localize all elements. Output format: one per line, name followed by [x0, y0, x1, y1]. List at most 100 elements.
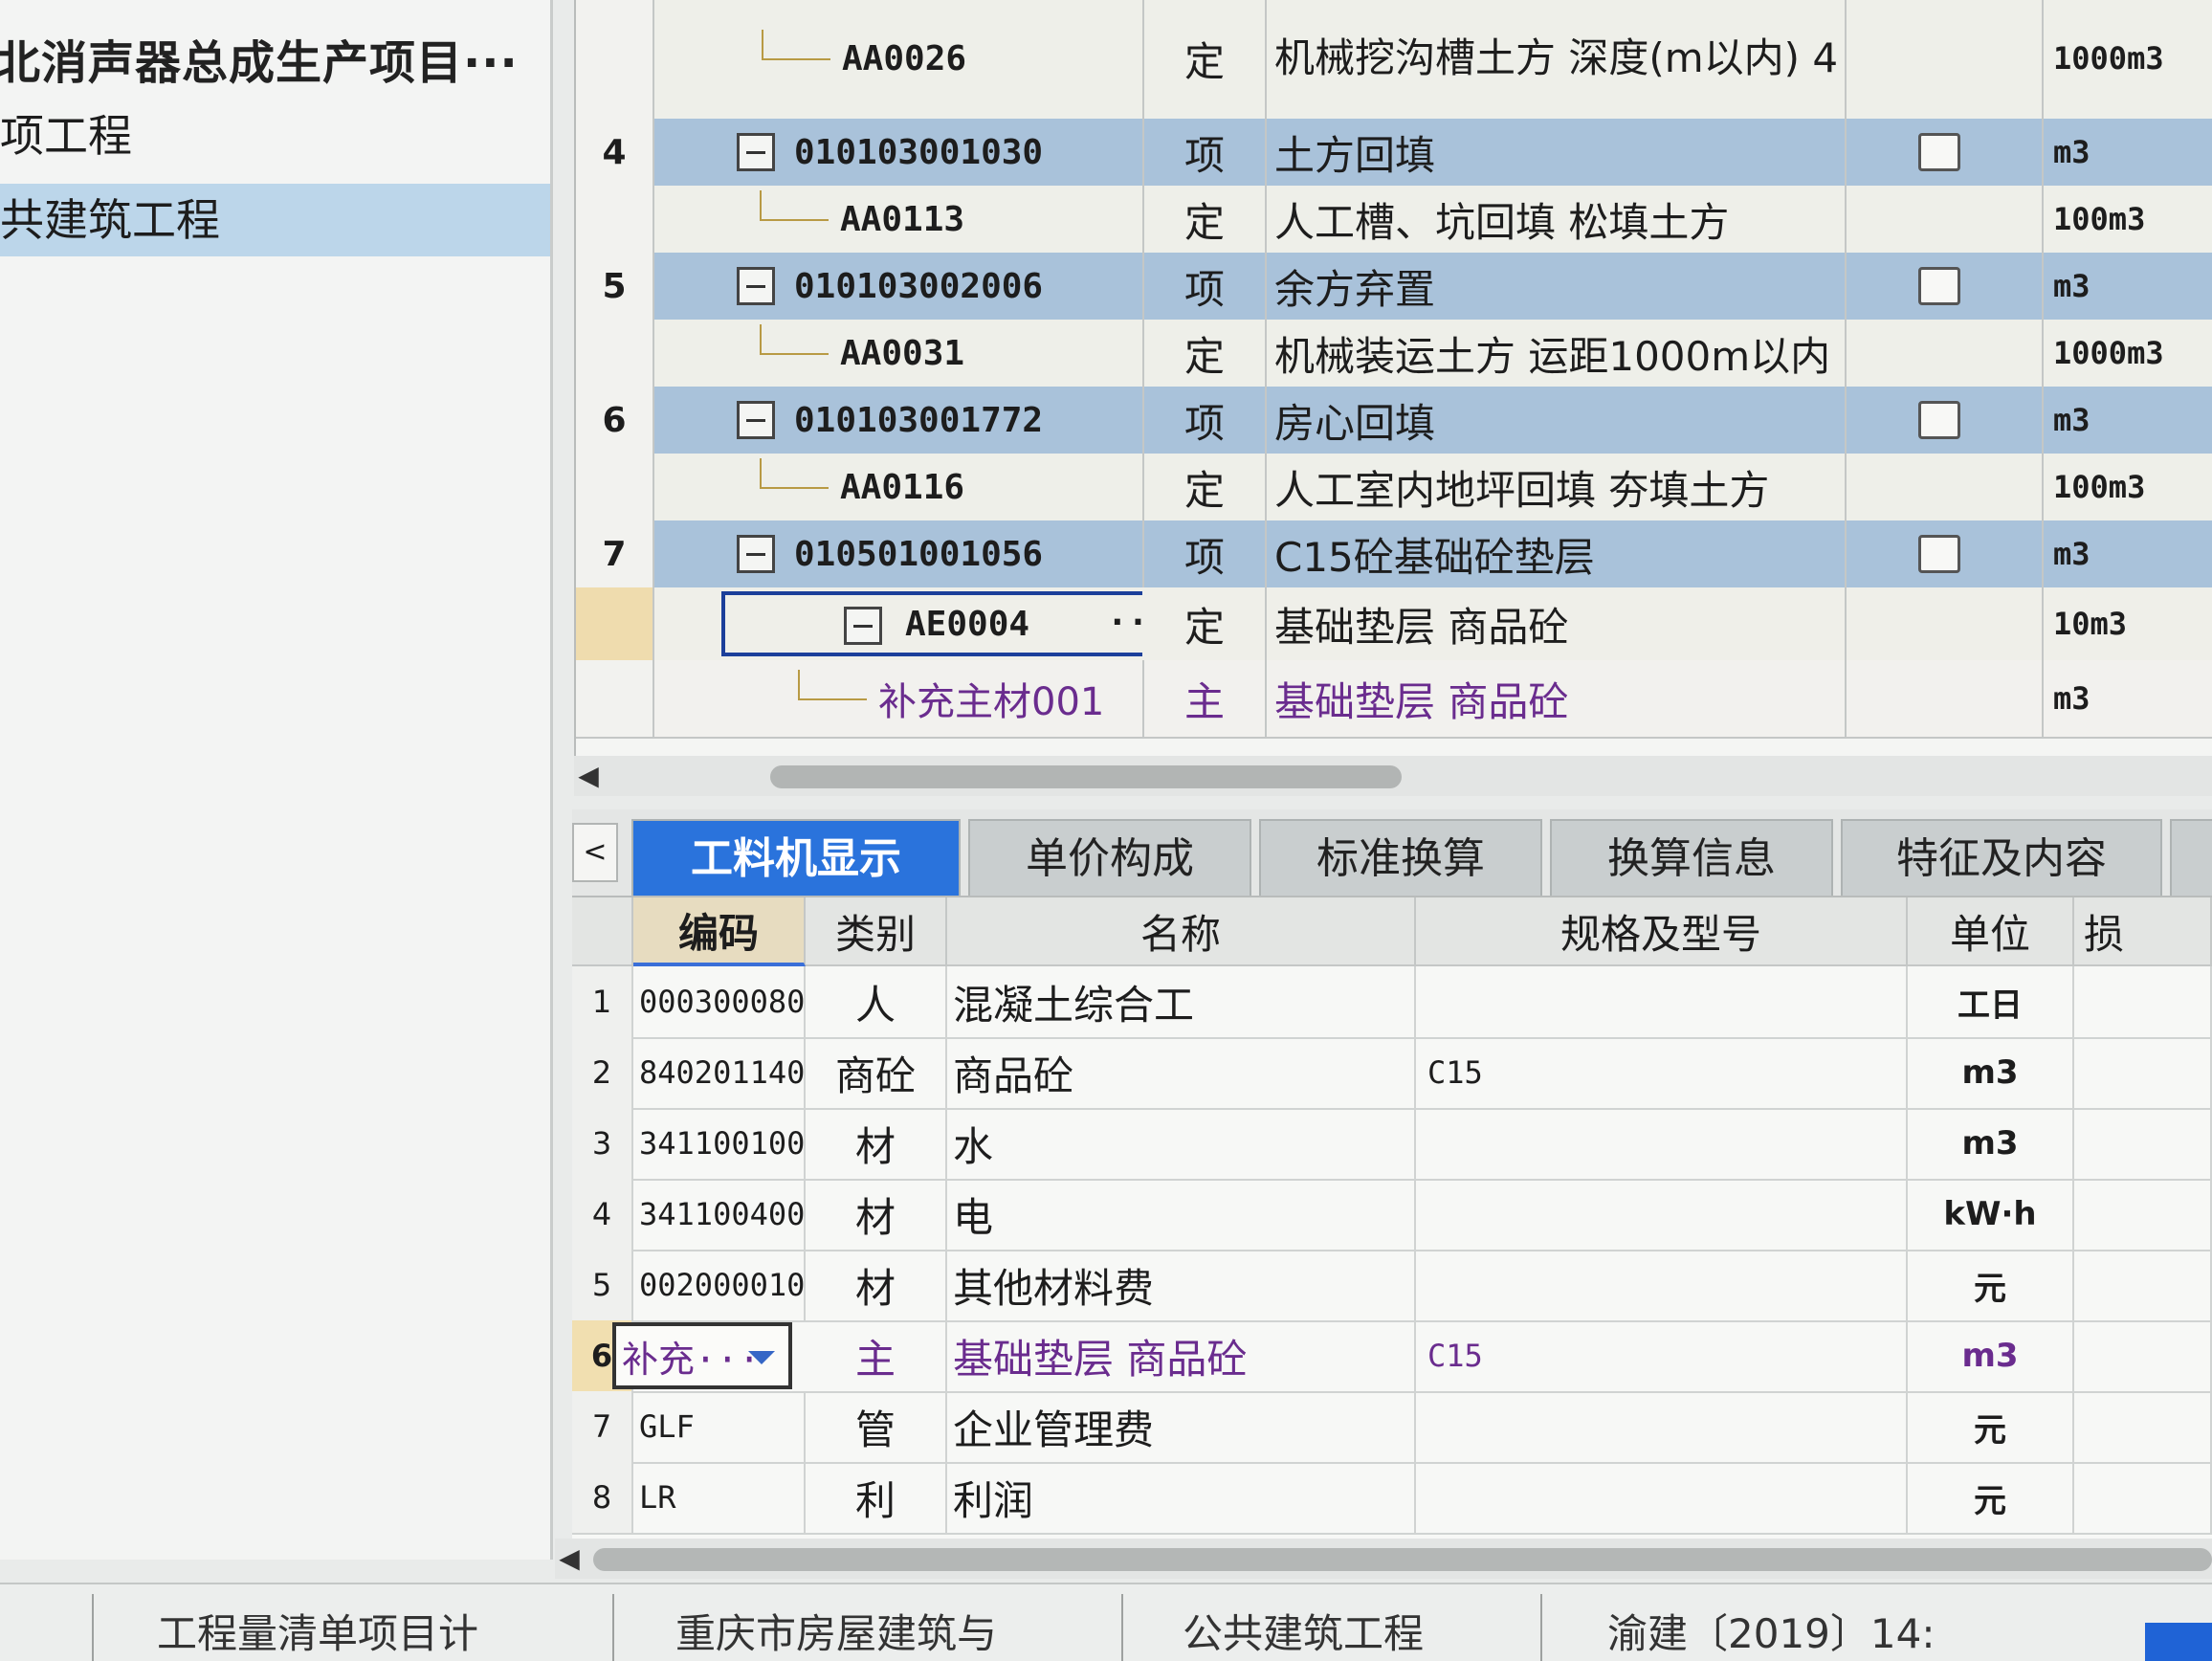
grid-row[interactable]: 7 010501001056 项 C15砼基础砼垫层 m3 [576, 520, 2212, 589]
resource-row[interactable]: 1 000300080 人 混凝土综合工 工日 [572, 966, 2212, 1039]
collapse-icon[interactable] [737, 133, 775, 171]
tab-conversion-info[interactable]: 换算信息 [1550, 819, 1833, 896]
tree-node-public-building[interactable]: 共建筑工程 [0, 184, 550, 256]
resource-code[interactable]: 341100100 [633, 1108, 806, 1179]
item-code-cell[interactable]: 010103001030 [654, 119, 1144, 186]
resource-code[interactable]: 000300080 [633, 966, 806, 1037]
main-list-checkbox[interactable] [1918, 133, 1960, 171]
resource-code-combobox[interactable]: 补充··· [612, 1322, 792, 1389]
collapse-icon[interactable] [737, 267, 775, 305]
resource-code-cell[interactable]: 补充··· [612, 1320, 806, 1391]
item-code-cell[interactable]: AA0113 [654, 186, 1144, 253]
status-bill-standard[interactable]: 工程量清单项目计 [157, 1602, 478, 1660]
tab-overflow[interactable] [2170, 819, 2212, 896]
item-code-cell[interactable]: 010103001772 [654, 387, 1144, 454]
resource-name[interactable]: 混凝土综合工 [947, 966, 1416, 1037]
collapse-icon[interactable] [737, 535, 775, 573]
main-list-checkbox-cell[interactable] [1837, 119, 2044, 186]
grid-row[interactable]: 6 010103001772 项 房心回填 m3 [576, 387, 2212, 455]
resource-row[interactable]: 2 840201140@1 商砼 商品砼 C15 m3 [572, 1037, 2212, 1110]
main-list-checkbox[interactable] [1918, 535, 1960, 573]
resource-code[interactable]: 341100400 [633, 1179, 806, 1250]
resource-loss[interactable] [2074, 1179, 2212, 1250]
resource-name[interactable]: 电 [947, 1179, 1416, 1250]
main-list-checkbox[interactable] [1918, 401, 1960, 439]
status-quota-standard[interactable]: 重庆市房屋建筑与 [675, 1602, 997, 1660]
tab-standard-conversion[interactable]: 标准换算 [1259, 819, 1542, 896]
resource-spec[interactable] [1416, 1462, 1908, 1533]
lower-horizontal-scrollbar[interactable]: ◀ [555, 1539, 2212, 1579]
item-code-cell[interactable]: AA0031 [654, 320, 1144, 387]
status-project-type[interactable]: 公共建筑工程 [1183, 1602, 1424, 1660]
resource-spec[interactable] [1416, 966, 1908, 1037]
resource-name[interactable]: 企业管理费 [947, 1391, 1416, 1462]
status-document-ref[interactable]: 渝建〔2019〕14: [1607, 1602, 1935, 1660]
resource-row-selected[interactable]: 6 补充··· 主 基础垫层 商品砼 C15 m3 [572, 1320, 2212, 1393]
grid-row[interactable]: AA0026 定 机械挖沟槽土方 深度(m以内) 4 1000m3 [576, 0, 2212, 121]
resource-unit[interactable]: kW·h [1908, 1179, 2074, 1250]
main-list-checkbox-cell[interactable] [1837, 520, 2044, 587]
more-button[interactable]: ··· [1107, 603, 1142, 642]
item-code-cell[interactable]: AE0004 ··· [654, 587, 1142, 660]
resource-loss[interactable] [2074, 966, 2212, 1037]
resource-code[interactable]: 002000010 [633, 1250, 806, 1320]
item-code-cell[interactable]: 010103002006 [654, 253, 1144, 320]
unit-header[interactable]: 单位 [1908, 897, 2074, 966]
spec-header[interactable]: 规格及型号 [1416, 897, 1908, 966]
status-indicator[interactable] [2145, 1623, 2212, 1661]
resource-code[interactable]: 840201140@1 [633, 1037, 806, 1108]
item-code-cell[interactable]: 补充主材001 [654, 660, 1144, 737]
upper-horizontal-scrollbar[interactable]: ◀ [574, 756, 2212, 796]
resource-row[interactable]: 7 GLF 管 企业管理费 元 [572, 1391, 2212, 1464]
resource-name[interactable]: 基础垫层 商品砼 [947, 1320, 1416, 1391]
dropdown-arrow-icon[interactable] [748, 1351, 775, 1364]
scrollbar-thumb[interactable] [593, 1548, 2212, 1571]
main-list-checkbox-cell[interactable] [1837, 253, 2044, 320]
main-list-checkbox-cell[interactable] [1837, 387, 2044, 454]
tab-features-content[interactable]: 特征及内容 [1841, 819, 2162, 896]
code-header[interactable]: 编码 [633, 897, 806, 966]
grid-row[interactable]: 补充主材001 主 基础垫层 商品砼 m3 [576, 660, 2212, 739]
item-code-cell[interactable]: AA0026 [654, 0, 1144, 119]
tree-node-sub-project[interactable]: 项工程 [0, 100, 550, 172]
resource-loss[interactable] [2074, 1037, 2212, 1108]
resource-row[interactable]: 3 341100100 材 水 m3 [572, 1108, 2212, 1181]
collapse-icon[interactable] [844, 607, 882, 645]
resource-loss[interactable] [2074, 1462, 2212, 1533]
grid-row[interactable]: AA0031 定 机械装运土方 运距1000m以内 1000m3 [576, 320, 2212, 388]
tabs-scroll-left-button[interactable]: < [572, 823, 618, 882]
resource-row[interactable]: 4 341100400 材 电 kW·h [572, 1179, 2212, 1251]
resource-loss[interactable] [2074, 1250, 2212, 1320]
item-code-cell[interactable]: AA0116 [654, 454, 1144, 520]
collapse-icon[interactable] [737, 401, 775, 439]
resource-loss[interactable] [2074, 1320, 2212, 1391]
resource-unit[interactable]: 工日 [1908, 966, 2074, 1037]
name-header[interactable]: 名称 [947, 897, 1416, 966]
scrollbar-thumb[interactable] [770, 765, 1402, 788]
grid-row-selected[interactable]: AE0004 ··· 定 基础垫层 商品砼 10m3 [576, 587, 2212, 662]
resource-unit[interactable]: m3 [1908, 1037, 2074, 1108]
resource-spec[interactable] [1416, 1179, 1908, 1250]
scroll-left-arrow-icon[interactable]: ◀ [555, 1539, 584, 1579]
scroll-left-arrow-icon[interactable]: ◀ [574, 756, 603, 796]
resource-name[interactable]: 其他材料费 [947, 1250, 1416, 1320]
tab-unit-price-composition[interactable]: 单价构成 [968, 819, 1251, 896]
resource-code[interactable]: GLF [633, 1391, 806, 1462]
resource-name[interactable]: 水 [947, 1108, 1416, 1179]
category-header[interactable]: 类别 [806, 897, 947, 966]
resource-code[interactable]: LR [633, 1462, 806, 1533]
resource-spec[interactable] [1416, 1108, 1908, 1179]
tab-labor-material-machine[interactable]: 工料机显示 [631, 819, 961, 896]
resource-spec[interactable] [1416, 1250, 1908, 1320]
resource-spec[interactable]: C15 [1416, 1320, 1908, 1391]
resource-spec[interactable]: C15 [1416, 1037, 1908, 1108]
item-code-cell[interactable]: 010501001056 [654, 520, 1144, 587]
code-edit-box[interactable]: AE0004 ··· [721, 591, 1142, 656]
loss-header[interactable]: 损 [2074, 897, 2212, 966]
resource-unit[interactable]: 元 [1908, 1462, 2074, 1533]
resource-unit[interactable]: 元 [1908, 1391, 2074, 1462]
resource-name[interactable]: 利润 [947, 1462, 1416, 1533]
grid-row[interactable]: AA0116 定 人工室内地坪回填 夯填土方 100m3 [576, 454, 2212, 522]
resource-row[interactable]: 8 LR 利 利润 元 [572, 1462, 2212, 1535]
resource-name[interactable]: 商品砼 [947, 1037, 1416, 1108]
